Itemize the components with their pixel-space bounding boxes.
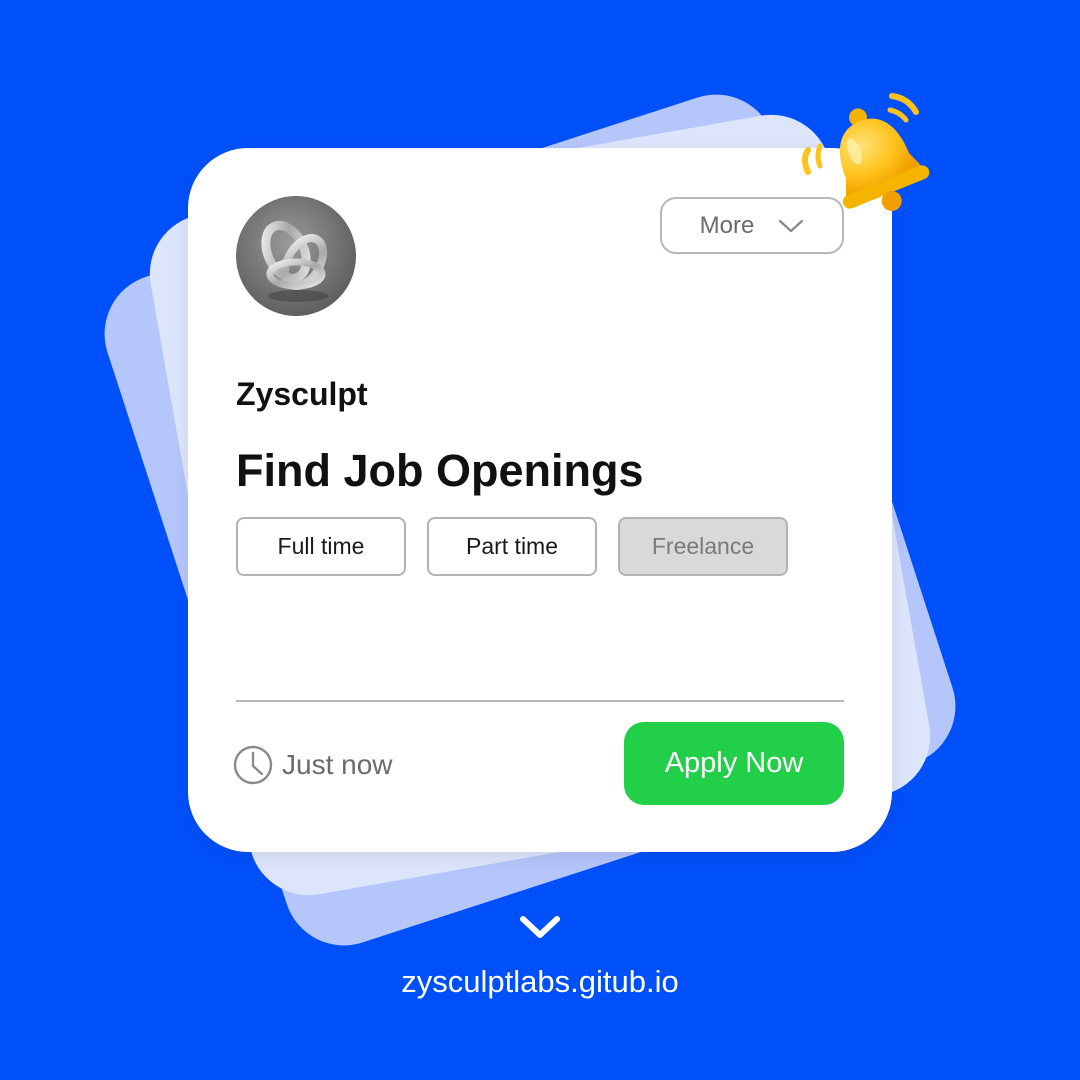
job-card: More Zysculpt Find Job Openings Full tim… [188, 148, 892, 852]
chrome-rings-logo-icon [261, 221, 328, 302]
footer-url[interactable]: zysculptlabs.gitub.io [0, 964, 1080, 1000]
job-type-tags: Full time Part time Freelance [236, 517, 788, 576]
company-name: Zysculpt [236, 376, 368, 412]
tag-part-time[interactable]: Part time [427, 517, 597, 576]
apply-now-button[interactable]: Apply Now [624, 722, 844, 805]
clock-icon [233, 745, 273, 785]
posted-time: Just now [232, 744, 393, 786]
tag-full-time[interactable]: Full time [236, 517, 406, 576]
card-divider [236, 700, 844, 702]
more-label: More [699, 211, 755, 239]
promo-canvas: More Zysculpt Find Job Openings Full tim… [0, 0, 1080, 1080]
time-label: Just now [282, 749, 393, 780]
card-headline: Find Job Openings [236, 445, 644, 496]
company-logo-avatar [236, 196, 356, 316]
tag-freelance[interactable]: Freelance [618, 517, 788, 576]
bell-icon [802, 93, 930, 211]
chevron-down-icon[interactable] [518, 912, 562, 942]
